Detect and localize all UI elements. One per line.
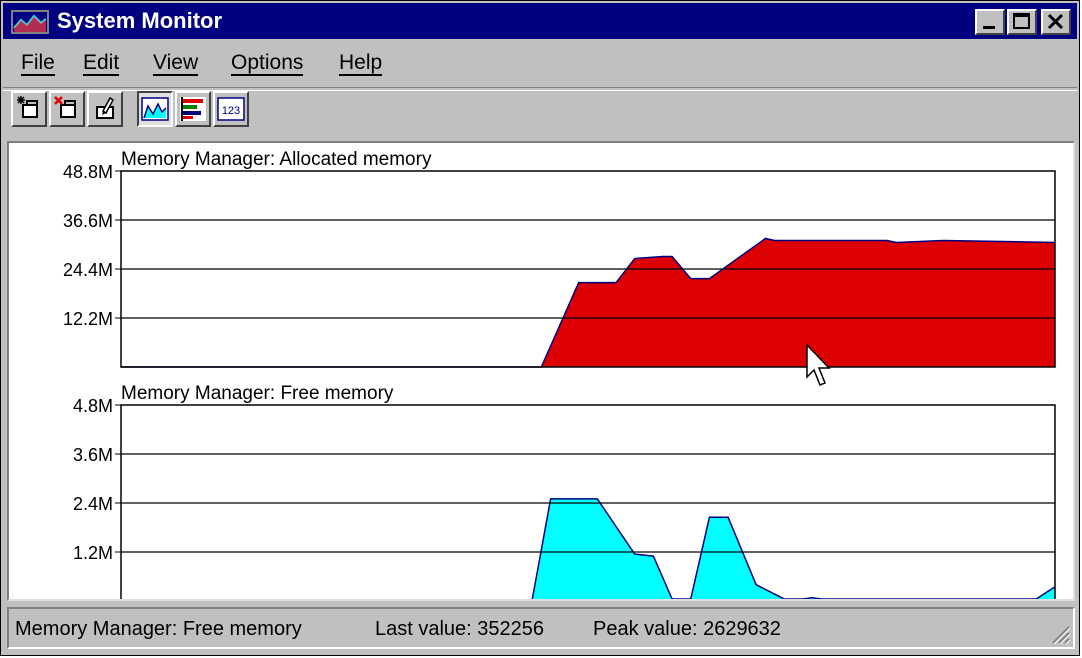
numeric-view-icon: 123 xyxy=(217,97,245,121)
menu-options[interactable]: Options xyxy=(231,51,304,76)
add-item-button[interactable] xyxy=(11,91,47,127)
chart-view-button[interactable] xyxy=(137,91,173,127)
y-tick-label: 12.2M xyxy=(63,309,113,329)
status-bar: Memory Manager: Free memory Last value: … xyxy=(7,607,1075,649)
edit-item-button[interactable] xyxy=(87,91,123,127)
window-title: System Monitor xyxy=(57,8,223,33)
menu-view[interactable]: View xyxy=(153,51,199,76)
menu-edit[interactable]: Edit xyxy=(83,51,120,76)
remove-item-icon xyxy=(54,96,76,118)
title-bar[interactable]: System Monitor xyxy=(3,3,1077,39)
minimize-icon xyxy=(983,26,995,29)
edit-item-icon xyxy=(96,96,114,119)
close-button[interactable] xyxy=(1041,9,1071,35)
bar-chart-view-button[interactable] xyxy=(175,91,211,127)
memory-charts: Memory Manager: Allocated memory 48.8M 36.… xyxy=(63,149,1056,599)
maximize-icon xyxy=(1013,13,1030,29)
menu-help[interactable]: Help xyxy=(339,51,383,76)
chart-title: Memory Manager: Allocated memory xyxy=(121,149,432,170)
chart-area: Memory Manager: Allocated memory 48.8M 36.… xyxy=(7,141,1075,601)
status-peak-value: Peak value: 2629632 xyxy=(593,618,781,640)
y-tick-label: 24.4M xyxy=(63,260,113,280)
svg-text:123: 123 xyxy=(222,105,240,117)
line-chart-icon xyxy=(141,97,169,121)
y-tick-label: 1.2M xyxy=(73,543,113,563)
resize-grip-icon[interactable] xyxy=(1049,623,1071,645)
toolbar: 123 xyxy=(3,89,1077,135)
menu-bar: File Edit View Options Help xyxy=(3,41,1077,85)
minimize-button[interactable] xyxy=(975,9,1005,35)
add-item-icon xyxy=(17,96,38,118)
y-tick-label: 3.6M xyxy=(73,445,113,465)
y-tick-label: 4.8M xyxy=(73,396,113,416)
chart-title: Memory Manager: Free memory xyxy=(121,383,394,404)
status-counter-name: Memory Manager: Free memory xyxy=(15,618,302,640)
y-tick-label: 2.4M xyxy=(73,494,113,514)
bar-chart-icon xyxy=(180,97,206,121)
y-tick-label: 48.8M xyxy=(63,162,113,182)
system-monitor-window: System Monitor File Edit View Options He… xyxy=(0,0,1080,656)
close-icon xyxy=(1047,13,1064,30)
status-last-value: Last value: 352256 xyxy=(375,618,545,640)
system-monitor-app-icon[interactable] xyxy=(11,10,49,34)
maximize-button[interactable] xyxy=(1007,9,1037,35)
numeric-view-button[interactable]: 123 xyxy=(213,91,249,127)
remove-item-button[interactable] xyxy=(49,91,85,127)
y-tick-label: 36.6M xyxy=(63,211,113,231)
menu-file[interactable]: File xyxy=(21,51,55,76)
